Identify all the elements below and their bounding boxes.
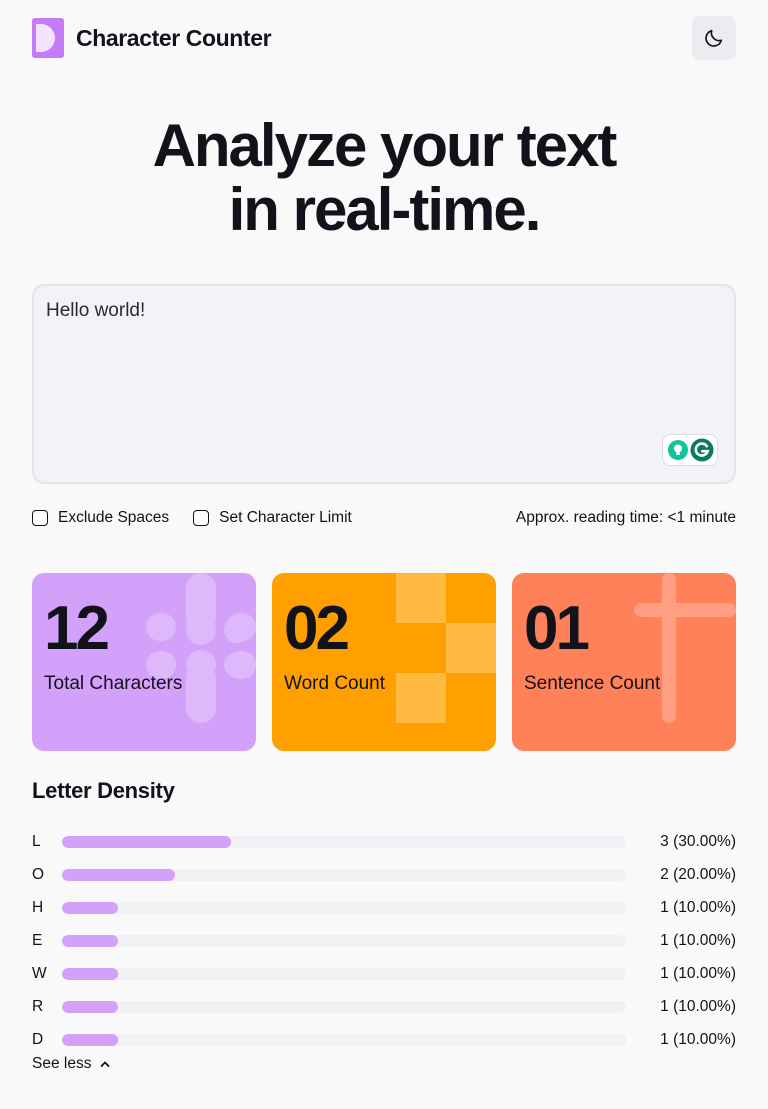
sentence-count-label: Sentence Count [524,673,661,694]
letter-density-title: Letter Density [32,778,175,803]
see-less-button[interactable]: See less [32,1055,111,1073]
density-bar-track [62,967,626,980]
chevron-up-icon [101,1061,110,1067]
density-letter: L [32,832,41,850]
text-input-value[interactable]: Hello world! [46,300,722,322]
density-letter: R [32,997,44,1015]
reading-time: Approx. reading time: <1 minute [515,509,736,526]
density-count: 1 (10.00%) [660,898,736,916]
density-letter: E [32,931,43,949]
density-count: 1 (10.00%) [660,931,736,949]
total-characters-card: 12 Total Characters [32,573,256,751]
char-limit-checkbox[interactable] [193,510,210,526]
density-bar-fill [62,901,119,914]
sentence-count-value: 01 [524,594,590,663]
moon-icon [705,29,723,47]
letter-density-list: L 3 (30.00%) O 2 (20.00%) H 1 (10.00%) E 1 (10.… [32,825,736,1056]
density-bar-fill [62,868,175,881]
see-less-label: See less [32,1055,92,1072]
density-count: 1 (10.00%) [660,997,736,1015]
density-row: W 1 (10.00%) [32,957,736,990]
theme-toggle-button[interactable] [692,16,736,60]
density-bar-track [62,1000,626,1013]
density-count: 1 (10.00%) [660,1030,736,1048]
grammarly-widget[interactable] [662,434,718,466]
title-line-1: Analyze your text [152,112,618,179]
exclude-spaces-checkbox[interactable] [32,510,48,526]
page-title: Analyze your text in real-time. [0,114,768,242]
density-bar-fill [62,1033,119,1046]
text-input-area[interactable]: Hello world! [32,284,736,484]
app-header: Character Counter [32,16,736,60]
density-bar-fill [62,934,119,947]
density-letter: H [32,898,44,916]
density-bar-track [62,835,626,848]
char-limit-label: Set Character Limit [219,509,352,526]
density-bar-track [62,901,626,914]
total-characters-value: 12 [44,594,110,663]
word-count-card: 02 Word Count [272,573,496,751]
char-limit-option[interactable]: Set Character Limit [193,509,352,527]
stats-cards: 12 Total Characters 02 Word Count 01 Sen… [32,573,736,751]
exclude-spaces-label: Exclude Spaces [58,509,170,526]
density-letter: O [32,865,45,883]
word-count-value: 02 [284,594,350,663]
density-bar-fill [62,835,232,848]
brand[interactable]: Character Counter [32,18,272,58]
options-row: Exclude Spaces Set Character Limit Appro… [32,506,736,530]
density-bar-track [62,934,626,947]
logo-icon [32,18,64,58]
density-row: D 1 (10.00%) [32,1023,736,1056]
density-row: O 2 (20.00%) [32,858,736,891]
grammarly-icon[interactable] [690,438,714,462]
app-name: Character Counter [76,24,272,51]
sentence-count-card: 01 Sentence Count [512,573,736,751]
density-bar-fill [62,1000,119,1013]
density-letter: W [32,964,47,982]
density-bar-track [62,868,626,881]
exclude-spaces-option[interactable]: Exclude Spaces [32,509,169,527]
density-letter: D [32,1030,44,1048]
word-count-label: Word Count [284,673,386,694]
density-row: L 3 (30.00%) [32,825,736,858]
total-characters-label: Total Characters [44,673,183,694]
title-line-2: in real-time. [228,176,542,243]
density-count: 3 (30.00%) [660,832,736,850]
density-count: 1 (10.00%) [660,964,736,982]
density-bar-fill [62,967,119,980]
density-bar-track [62,1033,626,1046]
density-row: E 1 (10.00%) [32,924,736,957]
density-row: H 1 (10.00%) [32,891,736,924]
density-count: 2 (20.00%) [660,865,736,883]
lightbulb-icon[interactable] [667,439,689,461]
density-row: R 1 (10.00%) [32,990,736,1023]
